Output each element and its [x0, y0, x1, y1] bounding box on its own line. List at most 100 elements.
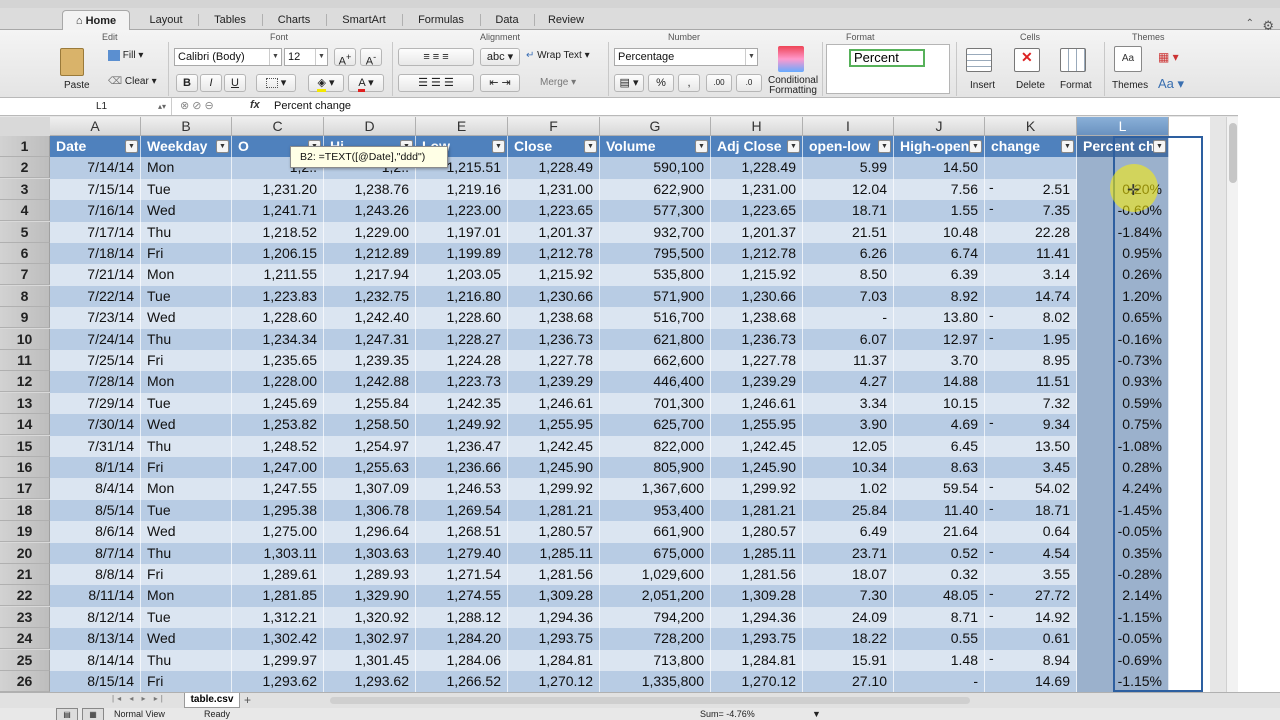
table-cell[interactable]: 9.34: [985, 414, 1077, 436]
table-cell[interactable]: 6.39: [894, 264, 985, 286]
table-cell[interactable]: 932,700: [600, 221, 711, 243]
table-cell[interactable]: 1,295.38: [232, 499, 324, 522]
table-cell[interactable]: 8/12/14: [50, 606, 141, 629]
table-cell[interactable]: 8/4/14: [50, 478, 141, 500]
table-cell[interactable]: 1,228.49: [711, 157, 803, 179]
table-cell[interactable]: 1,255.95: [711, 414, 803, 436]
table-cell[interactable]: 1,309.28: [711, 585, 803, 607]
table-cell[interactable]: 8/1/14: [50, 457, 141, 479]
table-cell[interactable]: 1,246.61: [711, 392, 803, 415]
table-cell[interactable]: 8/11/14: [50, 585, 141, 607]
table-cell[interactable]: 14.69: [985, 671, 1077, 692]
italic-button[interactable]: I: [200, 74, 222, 92]
grow-font-button[interactable]: A+: [334, 48, 356, 68]
table-cell[interactable]: 1,293.62: [324, 671, 416, 692]
table-cell[interactable]: 1,029,600: [600, 564, 711, 586]
table-cell[interactable]: 1,228.60: [416, 307, 508, 329]
table-cell[interactable]: 1,320.92: [324, 606, 416, 629]
table-cell[interactable]: 1,223.00: [416, 200, 508, 222]
table-cell[interactable]: 1,279.40: [416, 542, 508, 564]
table-cell[interactable]: 1,284.81: [508, 649, 600, 671]
table-cell[interactable]: 1,236.73: [711, 328, 803, 350]
table-cell[interactable]: Thu: [141, 542, 232, 564]
table-cell[interactable]: 2,051,200: [600, 585, 711, 607]
row-header[interactable]: 20: [0, 542, 50, 564]
table-cell[interactable]: -0.05%: [1077, 521, 1169, 543]
horizontal-scrollbar[interactable]: [330, 697, 970, 704]
table-cell[interactable]: 1,335,800: [600, 671, 711, 692]
table-cell[interactable]: 446,400: [600, 371, 711, 393]
table-cell[interactable]: 11.51: [985, 371, 1077, 393]
column-header-g[interactable]: G: [600, 117, 711, 136]
table-cell[interactable]: 8.71: [894, 606, 985, 629]
table-cell[interactable]: 1,288.12: [416, 606, 508, 629]
column-header-j[interactable]: J: [894, 117, 985, 136]
column-header-c[interactable]: C: [232, 117, 324, 136]
table-cell[interactable]: 1,201.37: [508, 221, 600, 243]
column-header-f[interactable]: F: [508, 117, 600, 136]
table-cell[interactable]: 0.52: [894, 542, 985, 564]
table-cell[interactable]: -1.15%: [1077, 671, 1169, 692]
row-header[interactable]: 6: [0, 243, 50, 264]
table-cell[interactable]: 1,234.34: [232, 328, 324, 350]
table-cell[interactable]: 1,243.26: [324, 200, 416, 222]
table-cell[interactable]: 0.55: [894, 628, 985, 650]
table-cell[interactable]: 3.55: [985, 564, 1077, 586]
clear-button[interactable]: ⌫ Clear ▾: [108, 76, 157, 87]
filter-dropdown-icon[interactable]: ▼: [125, 140, 138, 153]
table-cell[interactable]: 24.09: [803, 606, 894, 629]
table-cell[interactable]: -0.69%: [1077, 649, 1169, 671]
table-cell[interactable]: 8/8/14: [50, 564, 141, 586]
table-cell[interactable]: 1,299.92: [711, 478, 803, 500]
table-cell[interactable]: 1,239.29: [711, 371, 803, 393]
table-cell[interactable]: 1,212.89: [324, 243, 416, 265]
table-header-cell[interactable]: High-open ▼: [894, 136, 985, 158]
table-header-cell[interactable]: change ▼: [985, 136, 1077, 158]
column-header-a[interactable]: A: [50, 117, 141, 136]
merge-button[interactable]: Merge ▾: [540, 77, 576, 88]
table-cell[interactable]: 625,700: [600, 414, 711, 436]
table-cell[interactable]: 1,302.97: [324, 628, 416, 650]
column-header-b[interactable]: B: [141, 117, 232, 136]
table-cell[interactable]: Thu: [141, 649, 232, 671]
table-cell[interactable]: 1.20%: [1077, 285, 1169, 308]
row-header[interactable]: 22: [0, 585, 50, 607]
table-cell[interactable]: 12.04: [803, 178, 894, 201]
table-cell[interactable]: 0.95%: [1077, 243, 1169, 265]
table-cell[interactable]: 14.92: [985, 606, 1077, 629]
table-cell[interactable]: 1,255.63: [324, 457, 416, 479]
table-cell[interactable]: 12.05: [803, 435, 894, 457]
table-cell[interactable]: 1,253.82: [232, 414, 324, 436]
table-cell[interactable]: 8.95: [985, 350, 1077, 372]
table-cell[interactable]: 1,235.65: [232, 350, 324, 372]
row-header[interactable]: 13: [0, 392, 50, 414]
increase-decimal-button[interactable]: .00: [706, 74, 732, 92]
font-color-button[interactable]: A ▾: [348, 74, 384, 92]
table-cell[interactable]: 1,275.00: [232, 521, 324, 543]
filter-dropdown-icon[interactable]: ▼: [787, 140, 800, 153]
table-cell[interactable]: 1,268.51: [416, 521, 508, 543]
delete-button[interactable]: Delete: [1016, 80, 1045, 91]
percent-style-button[interactable]: %: [648, 74, 674, 92]
table-cell[interactable]: 11.40: [894, 499, 985, 522]
table-cell[interactable]: 1,367,600: [600, 478, 711, 500]
table-cell[interactable]: Wed: [141, 200, 232, 222]
row-header[interactable]: 8: [0, 285, 50, 307]
page-layout-icon[interactable]: ▦: [82, 708, 104, 720]
table-cell[interactable]: Thu: [141, 328, 232, 350]
filter-dropdown-icon[interactable]: ▼: [492, 140, 505, 153]
row-header[interactable]: 2: [0, 157, 50, 179]
table-cell[interactable]: 1,212.78: [711, 243, 803, 265]
table-cell[interactable]: 7/31/14: [50, 435, 141, 457]
table-cell[interactable]: 701,300: [600, 392, 711, 415]
table-cell[interactable]: Tue: [141, 285, 232, 308]
tab-review[interactable]: Review: [538, 10, 594, 30]
table-cell[interactable]: -1.08%: [1077, 435, 1169, 457]
table-cell[interactable]: 516,700: [600, 307, 711, 329]
tab-home[interactable]: ⌂ Home: [62, 10, 130, 30]
table-cell[interactable]: [985, 157, 1077, 179]
table-cell[interactable]: 0.93%: [1077, 371, 1169, 393]
table-cell[interactable]: 6.07: [803, 328, 894, 350]
table-cell[interactable]: Tue: [141, 178, 232, 201]
table-cell[interactable]: 1,307.09: [324, 478, 416, 500]
